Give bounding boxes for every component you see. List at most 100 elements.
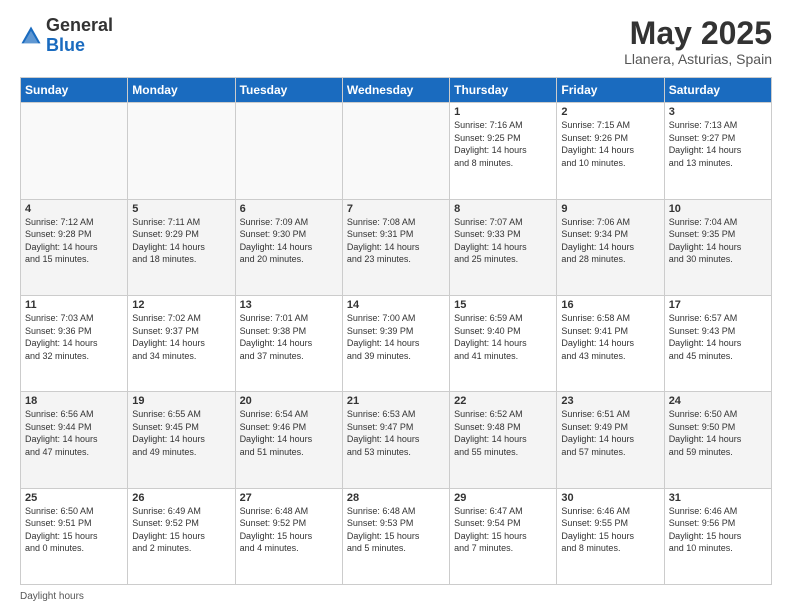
day-number: 7 xyxy=(347,203,445,215)
calendar-week-row: 11Sunrise: 7:03 AM Sunset: 9:36 PM Dayli… xyxy=(21,295,772,391)
calendar-cell: 23Sunrise: 6:51 AM Sunset: 9:49 PM Dayli… xyxy=(557,392,664,488)
page: General Blue May 2025 Llanera, Asturias,… xyxy=(0,0,792,612)
day-info: Sunrise: 6:53 AM Sunset: 9:47 PM Dayligh… xyxy=(347,408,445,458)
day-number: 23 xyxy=(561,395,659,407)
calendar-cell: 11Sunrise: 7:03 AM Sunset: 9:36 PM Dayli… xyxy=(21,295,128,391)
day-info: Sunrise: 6:59 AM Sunset: 9:40 PM Dayligh… xyxy=(454,312,552,362)
weekday-header-row: SundayMondayTuesdayWednesdayThursdayFrid… xyxy=(21,78,772,103)
day-info: Sunrise: 6:51 AM Sunset: 9:49 PM Dayligh… xyxy=(561,408,659,458)
day-number: 26 xyxy=(132,492,230,504)
calendar-cell: 30Sunrise: 6:46 AM Sunset: 9:55 PM Dayli… xyxy=(557,488,664,584)
calendar-cell: 7Sunrise: 7:08 AM Sunset: 9:31 PM Daylig… xyxy=(342,199,449,295)
day-info: Sunrise: 7:04 AM Sunset: 9:35 PM Dayligh… xyxy=(669,216,767,266)
day-number: 4 xyxy=(25,203,123,215)
daylight-label: Daylight hours xyxy=(20,591,84,602)
calendar-cell: 9Sunrise: 7:06 AM Sunset: 9:34 PM Daylig… xyxy=(557,199,664,295)
day-number: 18 xyxy=(25,395,123,407)
month-title: May 2025 xyxy=(624,16,772,51)
calendar-cell: 13Sunrise: 7:01 AM Sunset: 9:38 PM Dayli… xyxy=(235,295,342,391)
day-info: Sunrise: 6:46 AM Sunset: 9:55 PM Dayligh… xyxy=(561,505,659,555)
day-info: Sunrise: 7:03 AM Sunset: 9:36 PM Dayligh… xyxy=(25,312,123,362)
day-number: 8 xyxy=(454,203,552,215)
weekday-header: Friday xyxy=(557,78,664,103)
calendar-cell: 8Sunrise: 7:07 AM Sunset: 9:33 PM Daylig… xyxy=(450,199,557,295)
calendar-week-row: 1Sunrise: 7:16 AM Sunset: 9:25 PM Daylig… xyxy=(21,103,772,199)
calendar-cell: 18Sunrise: 6:56 AM Sunset: 9:44 PM Dayli… xyxy=(21,392,128,488)
calendar-table: SundayMondayTuesdayWednesdayThursdayFrid… xyxy=(20,77,772,585)
calendar-cell: 14Sunrise: 7:00 AM Sunset: 9:39 PM Dayli… xyxy=(342,295,449,391)
day-info: Sunrise: 7:06 AM Sunset: 9:34 PM Dayligh… xyxy=(561,216,659,266)
calendar-cell: 10Sunrise: 7:04 AM Sunset: 9:35 PM Dayli… xyxy=(664,199,771,295)
day-info: Sunrise: 7:00 AM Sunset: 9:39 PM Dayligh… xyxy=(347,312,445,362)
calendar-cell: 22Sunrise: 6:52 AM Sunset: 9:48 PM Dayli… xyxy=(450,392,557,488)
day-info: Sunrise: 6:47 AM Sunset: 9:54 PM Dayligh… xyxy=(454,505,552,555)
day-number: 20 xyxy=(240,395,338,407)
day-info: Sunrise: 6:55 AM Sunset: 9:45 PM Dayligh… xyxy=(132,408,230,458)
day-info: Sunrise: 6:57 AM Sunset: 9:43 PM Dayligh… xyxy=(669,312,767,362)
calendar-cell: 26Sunrise: 6:49 AM Sunset: 9:52 PM Dayli… xyxy=(128,488,235,584)
day-info: Sunrise: 7:08 AM Sunset: 9:31 PM Dayligh… xyxy=(347,216,445,266)
day-number: 15 xyxy=(454,299,552,311)
day-number: 10 xyxy=(669,203,767,215)
day-info: Sunrise: 7:01 AM Sunset: 9:38 PM Dayligh… xyxy=(240,312,338,362)
day-info: Sunrise: 7:15 AM Sunset: 9:26 PM Dayligh… xyxy=(561,119,659,169)
calendar-cell: 29Sunrise: 6:47 AM Sunset: 9:54 PM Dayli… xyxy=(450,488,557,584)
day-info: Sunrise: 6:48 AM Sunset: 9:53 PM Dayligh… xyxy=(347,505,445,555)
location: Llanera, Asturias, Spain xyxy=(624,51,772,67)
day-info: Sunrise: 6:52 AM Sunset: 9:48 PM Dayligh… xyxy=(454,408,552,458)
weekday-header: Tuesday xyxy=(235,78,342,103)
calendar-cell: 4Sunrise: 7:12 AM Sunset: 9:28 PM Daylig… xyxy=(21,199,128,295)
logo-icon xyxy=(20,25,42,47)
day-number: 22 xyxy=(454,395,552,407)
day-number: 1 xyxy=(454,106,552,118)
day-info: Sunrise: 7:07 AM Sunset: 9:33 PM Dayligh… xyxy=(454,216,552,266)
day-info: Sunrise: 7:16 AM Sunset: 9:25 PM Dayligh… xyxy=(454,119,552,169)
calendar-cell xyxy=(235,103,342,199)
calendar-cell: 15Sunrise: 6:59 AM Sunset: 9:40 PM Dayli… xyxy=(450,295,557,391)
calendar-week-row: 4Sunrise: 7:12 AM Sunset: 9:28 PM Daylig… xyxy=(21,199,772,295)
day-number: 31 xyxy=(669,492,767,504)
day-number: 25 xyxy=(25,492,123,504)
day-info: Sunrise: 6:50 AM Sunset: 9:50 PM Dayligh… xyxy=(669,408,767,458)
day-info: Sunrise: 6:54 AM Sunset: 9:46 PM Dayligh… xyxy=(240,408,338,458)
weekday-header: Wednesday xyxy=(342,78,449,103)
day-number: 17 xyxy=(669,299,767,311)
calendar-cell: 19Sunrise: 6:55 AM Sunset: 9:45 PM Dayli… xyxy=(128,392,235,488)
day-info: Sunrise: 6:56 AM Sunset: 9:44 PM Dayligh… xyxy=(25,408,123,458)
logo-text: General Blue xyxy=(46,16,113,56)
day-info: Sunrise: 7:02 AM Sunset: 9:37 PM Dayligh… xyxy=(132,312,230,362)
day-number: 27 xyxy=(240,492,338,504)
day-info: Sunrise: 7:12 AM Sunset: 9:28 PM Dayligh… xyxy=(25,216,123,266)
day-info: Sunrise: 7:09 AM Sunset: 9:30 PM Dayligh… xyxy=(240,216,338,266)
logo-blue: Blue xyxy=(46,35,85,55)
day-number: 30 xyxy=(561,492,659,504)
day-info: Sunrise: 6:50 AM Sunset: 9:51 PM Dayligh… xyxy=(25,505,123,555)
day-number: 11 xyxy=(25,299,123,311)
day-number: 5 xyxy=(132,203,230,215)
title-block: May 2025 Llanera, Asturias, Spain xyxy=(624,16,772,67)
day-info: Sunrise: 6:48 AM Sunset: 9:52 PM Dayligh… xyxy=(240,505,338,555)
weekday-header: Monday xyxy=(128,78,235,103)
day-number: 3 xyxy=(669,106,767,118)
calendar-cell: 20Sunrise: 6:54 AM Sunset: 9:46 PM Dayli… xyxy=(235,392,342,488)
calendar-cell: 1Sunrise: 7:16 AM Sunset: 9:25 PM Daylig… xyxy=(450,103,557,199)
logo: General Blue xyxy=(20,16,113,56)
day-number: 13 xyxy=(240,299,338,311)
day-info: Sunrise: 6:46 AM Sunset: 9:56 PM Dayligh… xyxy=(669,505,767,555)
calendar-cell: 21Sunrise: 6:53 AM Sunset: 9:47 PM Dayli… xyxy=(342,392,449,488)
calendar-cell: 6Sunrise: 7:09 AM Sunset: 9:30 PM Daylig… xyxy=(235,199,342,295)
logo-general: General xyxy=(46,15,113,35)
weekday-header: Sunday xyxy=(21,78,128,103)
day-info: Sunrise: 7:13 AM Sunset: 9:27 PM Dayligh… xyxy=(669,119,767,169)
calendar-cell: 3Sunrise: 7:13 AM Sunset: 9:27 PM Daylig… xyxy=(664,103,771,199)
day-number: 16 xyxy=(561,299,659,311)
calendar-week-row: 25Sunrise: 6:50 AM Sunset: 9:51 PM Dayli… xyxy=(21,488,772,584)
calendar-cell xyxy=(128,103,235,199)
day-info: Sunrise: 7:11 AM Sunset: 9:29 PM Dayligh… xyxy=(132,216,230,266)
calendar-cell xyxy=(21,103,128,199)
day-number: 14 xyxy=(347,299,445,311)
day-number: 24 xyxy=(669,395,767,407)
calendar-cell: 24Sunrise: 6:50 AM Sunset: 9:50 PM Dayli… xyxy=(664,392,771,488)
header: General Blue May 2025 Llanera, Asturias,… xyxy=(20,16,772,67)
day-info: Sunrise: 6:49 AM Sunset: 9:52 PM Dayligh… xyxy=(132,505,230,555)
